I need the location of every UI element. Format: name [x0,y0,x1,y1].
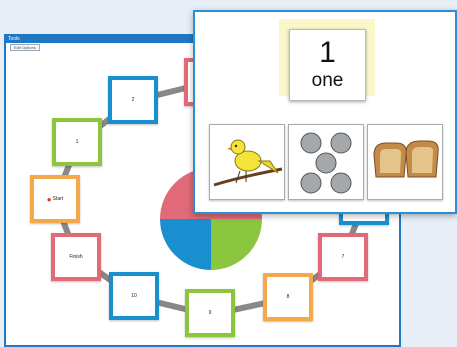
bread-icon[interactable] [367,124,443,200]
board-space-1[interactable]: 1 [52,118,102,166]
board-space-10[interactable]: 10 [109,272,159,320]
bird-icon[interactable] [209,124,285,200]
board-space-finish[interactable]: Finish [51,233,101,281]
number-digit: 1 [319,36,336,69]
board-space-9[interactable]: 9 [185,289,235,337]
game-piece-icon[interactable]: ● [47,195,52,204]
spinner-slice-left [160,219,211,270]
number-card[interactable]: 1 one [289,29,366,101]
board-space-8[interactable]: 8 [263,273,313,321]
start-label: Start [52,196,64,202]
number-word: one [311,70,344,91]
number-card-popup: 1 one [193,10,457,214]
spinner-slice-right [211,219,262,270]
board-space-2[interactable]: 2 [108,76,158,124]
board-space-start[interactable]: ● Start [30,175,80,223]
board-space-7[interactable]: 7 [318,233,368,281]
coins-icon[interactable] [288,124,364,200]
